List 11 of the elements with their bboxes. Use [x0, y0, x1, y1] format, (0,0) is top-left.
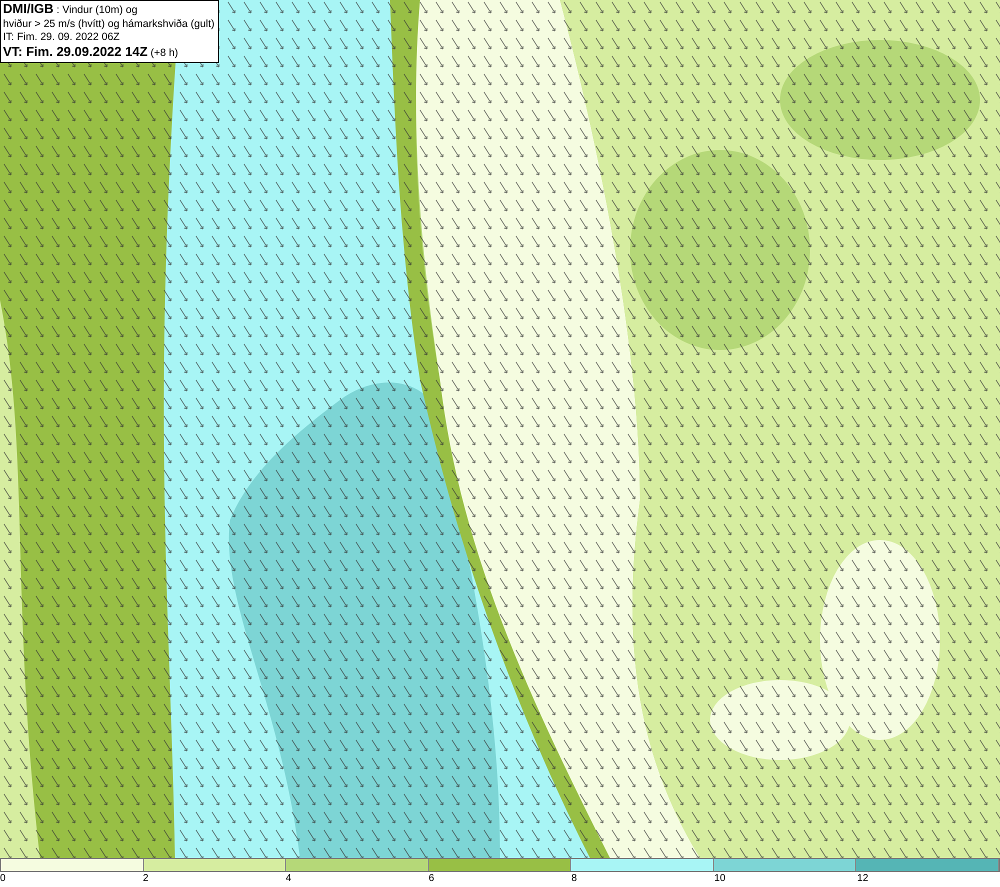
legend-tick-label: 6 — [428, 872, 434, 886]
info-line: DMI/IGB : Vindur (10m) og — [3, 2, 138, 18]
legend-tick-label: 2 — [142, 872, 148, 886]
info-line: VT: Fim. 29.09.2022 14Z (+8 h) — [3, 44, 180, 60]
legend-tick-label: 0 — [0, 872, 6, 886]
info-line: hviður > 25 m/s (hvítt) og hámarkshviða (gult) — [3, 18, 215, 31]
legend-tick-label: 10 — [714, 872, 726, 886]
legend-tick-label: 4 — [286, 872, 292, 886]
legend-tick-label: 8 — [571, 872, 577, 886]
info-line: IT: Fim. 29. 09. 2022 06Z — [3, 31, 121, 44]
legend-tick-label: 12 — [857, 872, 868, 886]
